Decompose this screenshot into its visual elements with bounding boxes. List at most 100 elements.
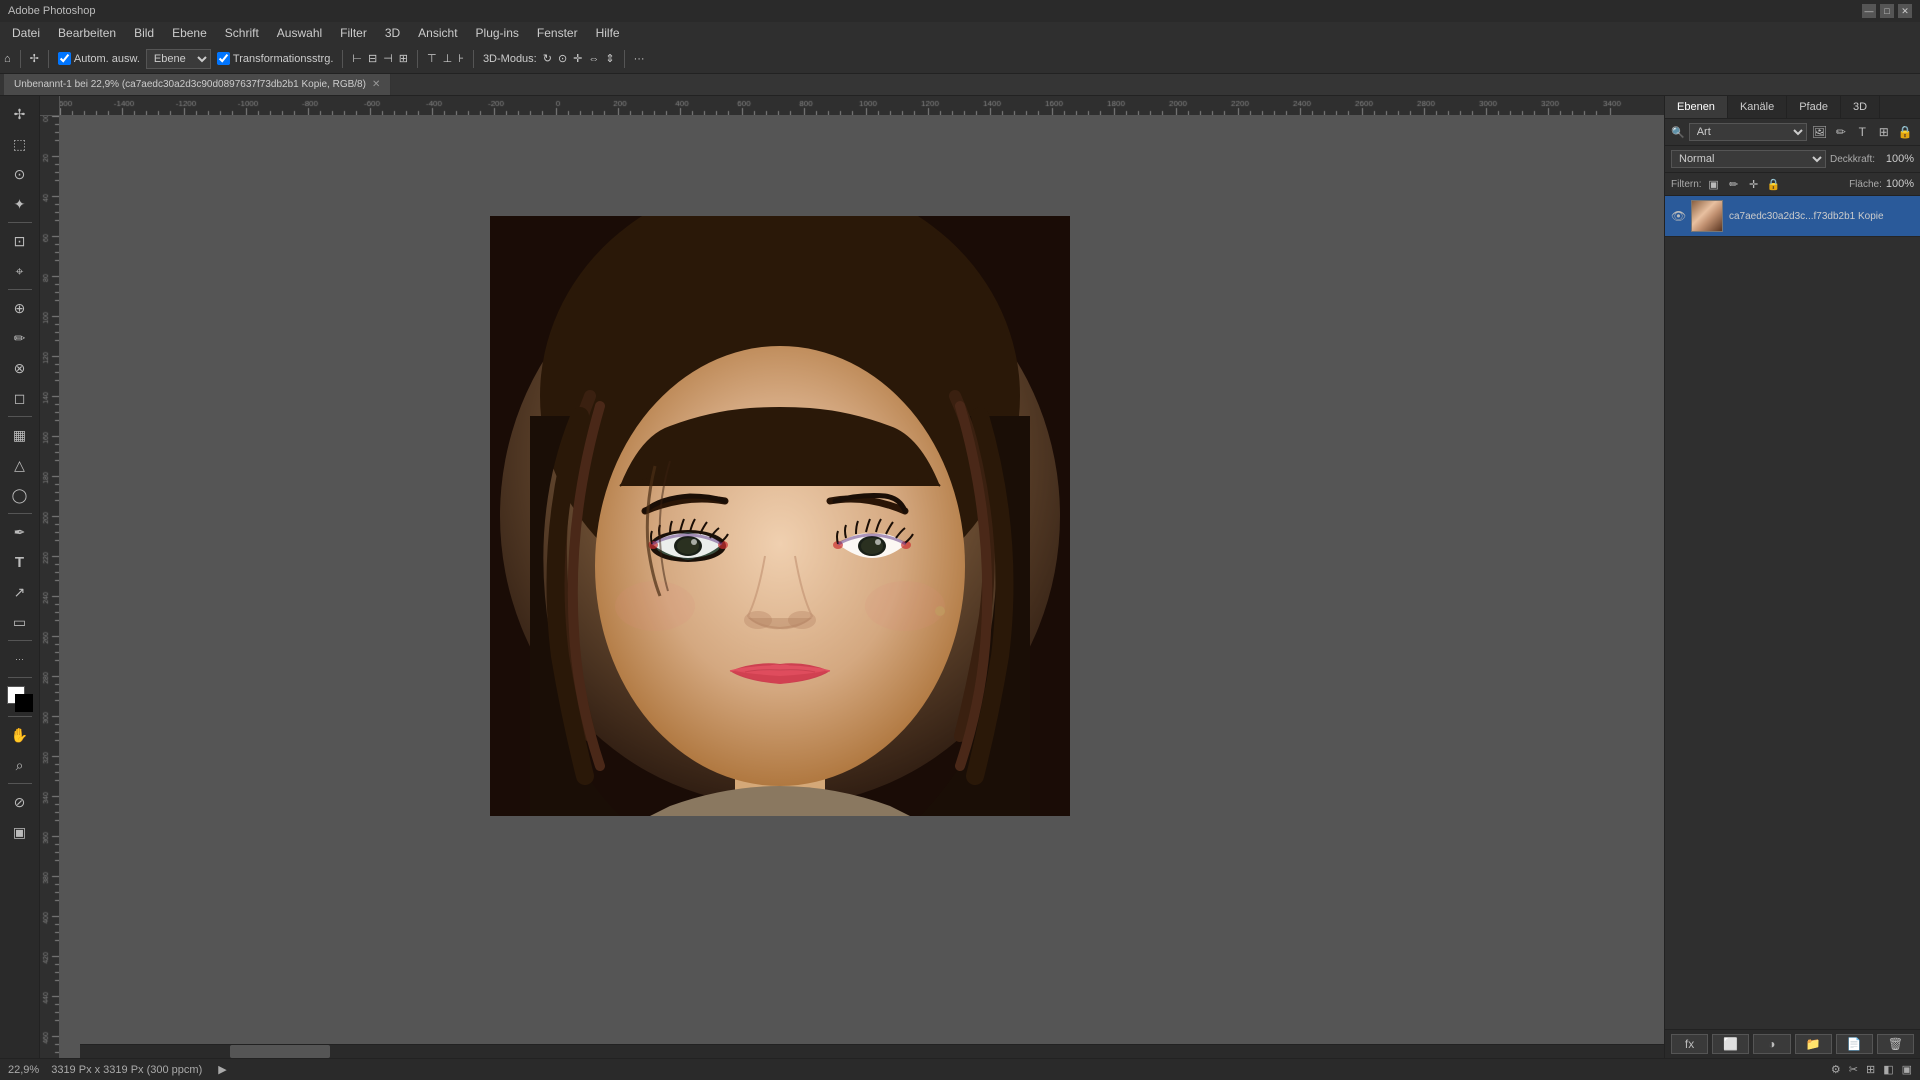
layer-toolbar-btn-2[interactable]: ✏ — [1832, 123, 1849, 141]
brush-tool[interactable]: ✏ — [6, 324, 34, 352]
toolbox-sep-6 — [8, 677, 32, 678]
align-left-btn[interactable]: ⊢ — [352, 52, 362, 65]
tab-3d[interactable]: 3D — [1841, 96, 1880, 118]
horizontal-scrollbar[interactable] — [80, 1044, 1664, 1058]
lock-transparent-btn[interactable]: ▣ — [1706, 176, 1722, 192]
more-tools-btn[interactable]: ··· — [634, 53, 645, 65]
layer-toolbar-btn-4[interactable]: ⊞ — [1875, 123, 1892, 141]
crop-tool[interactable]: ⊡ — [6, 227, 34, 255]
move-tool[interactable]: ✢ — [6, 100, 34, 128]
menu-filter[interactable]: Filter — [332, 24, 375, 42]
move-tool-btn[interactable]: ✢ — [30, 52, 39, 65]
tab-pfade[interactable]: Pfade — [1787, 96, 1841, 118]
align-right-btn[interactable]: ⊣ — [383, 52, 393, 65]
3d-btn-5[interactable]: ⇕ — [605, 52, 614, 65]
minimize-button[interactable]: — — [1862, 4, 1876, 18]
document-tab[interactable]: Unbenannt-1 bei 22,9% (ca7aedc30a2d3c90d… — [4, 74, 391, 95]
menu-datei[interactable]: Datei — [4, 24, 48, 42]
text-tool[interactable]: T — [6, 548, 34, 576]
3d-btn-4[interactable]: ⇔ — [588, 53, 599, 65]
path-select-tool[interactable]: ↗ — [6, 578, 34, 606]
image-container[interactable] — [490, 216, 1070, 816]
layer-toolbar-btn-5[interactable]: 🔒 — [1897, 123, 1914, 141]
menu-hilfe[interactable]: Hilfe — [588, 24, 628, 42]
3d-btn-2[interactable]: ⊙ — [558, 52, 567, 65]
horizontal-scrollbar-thumb[interactable] — [230, 1045, 330, 1058]
extra-tools-btn[interactable]: ··· — [6, 645, 34, 673]
menu-auswahl[interactable]: Auswahl — [269, 24, 330, 42]
lock-position-btn[interactable]: ✛ — [1746, 176, 1762, 192]
toolbar-separator-1 — [20, 50, 21, 68]
eyedrop-tool[interactable]: ⌖ — [6, 257, 34, 285]
home-btn[interactable]: ⌂ — [4, 53, 11, 65]
layer-type-select[interactable]: Art Pixel Einstellungsebene — [1689, 123, 1807, 141]
delete-layer-btn[interactable]: 🗑 — [1877, 1034, 1914, 1054]
status-icon-3[interactable]: ⊞ — [1866, 1063, 1875, 1076]
dodge-tool[interactable]: ◯ — [6, 481, 34, 509]
nav-arrow[interactable]: ▶ — [218, 1063, 226, 1076]
maximize-button[interactable]: □ — [1880, 4, 1894, 18]
shape-tool[interactable]: ▭ — [6, 608, 34, 636]
status-icon-1[interactable]: ⚙ — [1831, 1063, 1841, 1076]
stamp-tool[interactable]: ⊗ — [6, 354, 34, 382]
main-area: ✢ ⬚ ⊙ ✦ ⊡ ⌖ ⊕ ✏ ⊗ ◻ ▦ △ ◯ ✒ T ↗ ▭ ··· ✋ … — [0, 96, 1920, 1058]
fill-value[interactable]: 100% — [1886, 178, 1914, 190]
magic-wand-tool[interactable]: ✦ — [6, 190, 34, 218]
status-icon-2[interactable]: ✂ — [1849, 1063, 1858, 1076]
blend-mode-select[interactable]: Normal Auflösen Abdunkeln Multiplizieren… — [1671, 150, 1826, 168]
panel-tabs: Ebenen Kanäle Pfade 3D — [1665, 96, 1920, 119]
quick-mask-btn[interactable]: ⊘ — [6, 788, 34, 816]
canvas-viewport[interactable] — [60, 116, 1664, 1058]
tab-ebenen[interactable]: Ebenen — [1665, 96, 1728, 118]
layer-visibility-toggle[interactable]: 👁 — [1671, 209, 1685, 223]
align-center-btn[interactable]: ⊟ — [368, 52, 377, 65]
layer-item[interactable]: 👁 ca7aedc30a2d3c...f73db2b1 Kopie — [1665, 196, 1920, 237]
transform-checkbox-item[interactable]: Transformationsstrg. — [217, 52, 333, 65]
menu-ebene[interactable]: Ebene — [164, 24, 215, 42]
lasso-tool[interactable]: ⊙ — [6, 160, 34, 188]
select-rect-tool[interactable]: ⬚ — [6, 130, 34, 158]
status-icon-5[interactable]: ▣ — [1902, 1063, 1912, 1076]
eraser-tool[interactable]: ◻ — [6, 384, 34, 412]
canvas-area[interactable] — [40, 96, 1664, 1058]
add-adjustment-btn[interactable]: ◑ — [1753, 1034, 1790, 1054]
add-fx-btn[interactable]: fx — [1671, 1034, 1708, 1054]
lock-pixels-btn[interactable]: ✏ — [1726, 176, 1742, 192]
menu-bild[interactable]: Bild — [126, 24, 162, 42]
color-swatch[interactable] — [7, 686, 33, 712]
opacity-value[interactable]: 100% — [1879, 153, 1914, 165]
status-icon-4[interactable]: ◧ — [1883, 1063, 1893, 1076]
align-bottom-btn[interactable]: ⊦ — [458, 52, 464, 65]
document-tab-close[interactable]: ✕ — [372, 79, 380, 90]
add-mask-btn[interactable]: ⬜ — [1712, 1034, 1749, 1054]
heal-tool[interactable]: ⊕ — [6, 294, 34, 322]
distribute-btn[interactable]: ⊞ — [399, 52, 408, 65]
pen-tool[interactable]: ✒ — [6, 518, 34, 546]
menu-bearbeiten[interactable]: Bearbeiten — [50, 24, 124, 42]
3d-btn-1[interactable]: ↻ — [543, 52, 552, 65]
auto-select-checkbox[interactable]: Autom. ausw. — [58, 52, 140, 65]
close-button[interactable]: ✕ — [1898, 4, 1912, 18]
screen-mode-btn[interactable]: ▣ — [6, 818, 34, 846]
zoom-tool[interactable]: ⌕ — [6, 751, 34, 779]
blur-tool[interactable]: △ — [6, 451, 34, 479]
hand-tool[interactable]: ✋ — [6, 721, 34, 749]
new-layer-btn[interactable]: 📄 — [1836, 1034, 1873, 1054]
menu-ansicht[interactable]: Ansicht — [410, 24, 465, 42]
menu-plugins[interactable]: Plug-ins — [468, 24, 527, 42]
lock-all-btn[interactable]: 🔒 — [1766, 176, 1782, 192]
menu-schrift[interactable]: Schrift — [217, 24, 267, 42]
layer-toolbar-btn-3[interactable]: T — [1854, 123, 1871, 141]
3d-btn-3[interactable]: ✛ — [573, 52, 582, 65]
new-group-btn[interactable]: 📁 — [1795, 1034, 1832, 1054]
tab-kanaele[interactable]: Kanäle — [1728, 96, 1787, 118]
menu-3d[interactable]: 3D — [377, 24, 408, 42]
layer-select[interactable]: Ebene Gruppe — [146, 49, 211, 69]
align-top-btn[interactable]: ⊤ — [427, 52, 437, 65]
magic-wand-icon: ✦ — [14, 196, 26, 213]
background-color[interactable] — [15, 694, 33, 712]
layer-toolbar-btn-1[interactable]: 🖼 — [1811, 123, 1828, 141]
menu-fenster[interactable]: Fenster — [529, 24, 586, 42]
gradient-tool[interactable]: ▦ — [6, 421, 34, 449]
align-middle-btn[interactable]: ⊥ — [443, 52, 453, 65]
